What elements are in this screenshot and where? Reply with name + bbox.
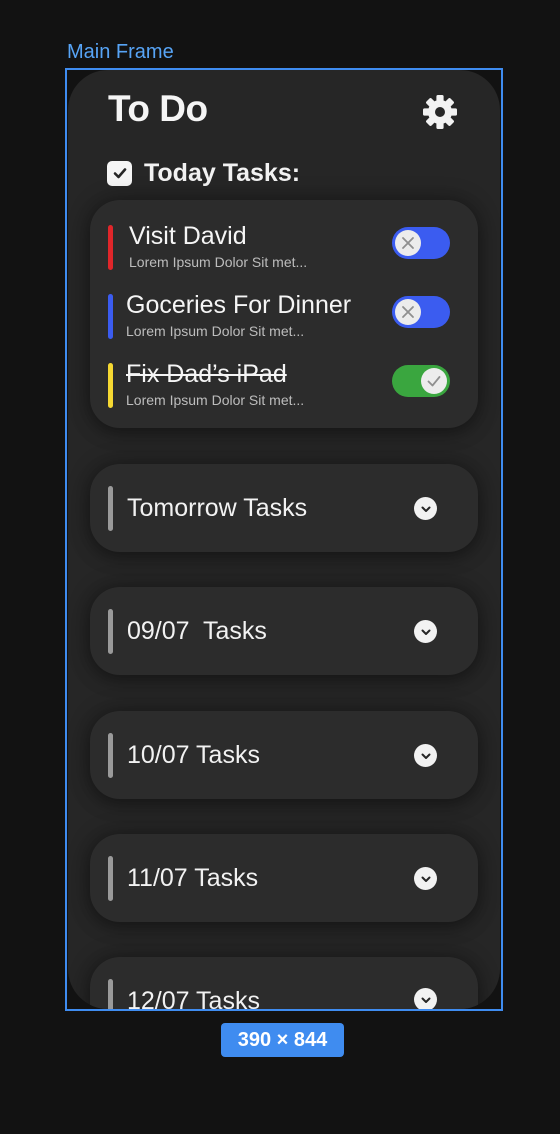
task-group-card[interactable]: 11/07 Tasks	[90, 834, 478, 922]
task-group-card[interactable]: Tomorrow Tasks	[90, 464, 478, 552]
group-color-bar	[108, 979, 113, 1009]
task-title: Goceries For Dinner	[126, 291, 352, 319]
chevron-down-icon[interactable]	[414, 497, 437, 520]
toggle-knob	[395, 230, 421, 256]
task-title: Fix Dad’s iPad	[126, 360, 287, 388]
group-label: Tomorrow Tasks	[127, 494, 308, 522]
task-subtitle: Lorem Ipsum Dolor Sit met...	[129, 254, 308, 270]
today-checkbox[interactable]	[107, 160, 132, 186]
task-group-card[interactable]: 09/07 Tasks	[90, 587, 478, 675]
task-group-card[interactable]: 12/07 Tasks	[90, 957, 478, 1009]
check-icon	[113, 168, 126, 179]
today-tasks-header: Today Tasks:	[107, 158, 300, 188]
task-group-card[interactable]: 10/07 Tasks	[90, 711, 478, 799]
group-color-bar	[108, 733, 113, 778]
frame-label: Main Frame	[67, 41, 174, 63]
chevron-down-icon[interactable]	[414, 620, 437, 643]
toggle-knob	[395, 299, 421, 325]
task-color-bar	[108, 294, 113, 339]
group-label: 10/07 Tasks	[127, 741, 260, 769]
group-color-bar	[108, 486, 113, 531]
frame-size-badge: 390 × 844	[221, 1023, 344, 1057]
task-toggle[interactable]	[392, 227, 450, 259]
group-label: 09/07 Tasks	[127, 617, 267, 645]
task-color-bar	[108, 225, 113, 270]
check-icon	[427, 376, 441, 387]
task-toggle[interactable]	[392, 296, 450, 328]
close-icon	[402, 306, 414, 318]
chevron-down-icon[interactable]	[414, 744, 437, 767]
task-item: Goceries For Dinner Lorem Ipsum Dolor Si…	[108, 291, 468, 339]
toggle-knob	[421, 368, 447, 394]
close-icon	[402, 237, 414, 249]
task-title: Visit David	[129, 222, 247, 250]
group-label: 12/07 Tasks	[127, 987, 260, 1009]
task-toggle[interactable]	[392, 365, 450, 397]
group-label: 11/07 Tasks	[127, 864, 259, 892]
task-item: Fix Dad’s iPad Lorem Ipsum Dolor Sit met…	[108, 360, 468, 408]
today-tasks-card: Visit David Lorem Ipsum Dolor Sit met...…	[90, 200, 478, 428]
gear-icon[interactable]	[420, 92, 460, 132]
group-color-bar	[108, 856, 113, 901]
today-tasks-label: Today Tasks:	[144, 158, 301, 187]
task-color-bar	[108, 363, 113, 408]
app-title: To Do	[108, 88, 208, 129]
chevron-down-icon[interactable]	[414, 867, 437, 890]
main-frame: To Do Today Tasks: Visit David Lorem Ips…	[68, 70, 500, 1009]
task-subtitle: Lorem Ipsum Dolor Sit met...	[126, 323, 305, 339]
task-subtitle: Lorem Ipsum Dolor Sit met...	[126, 392, 305, 408]
task-item: Visit David Lorem Ipsum Dolor Sit met...	[108, 222, 468, 270]
chevron-down-icon[interactable]	[414, 988, 437, 1009]
group-color-bar	[108, 609, 113, 654]
